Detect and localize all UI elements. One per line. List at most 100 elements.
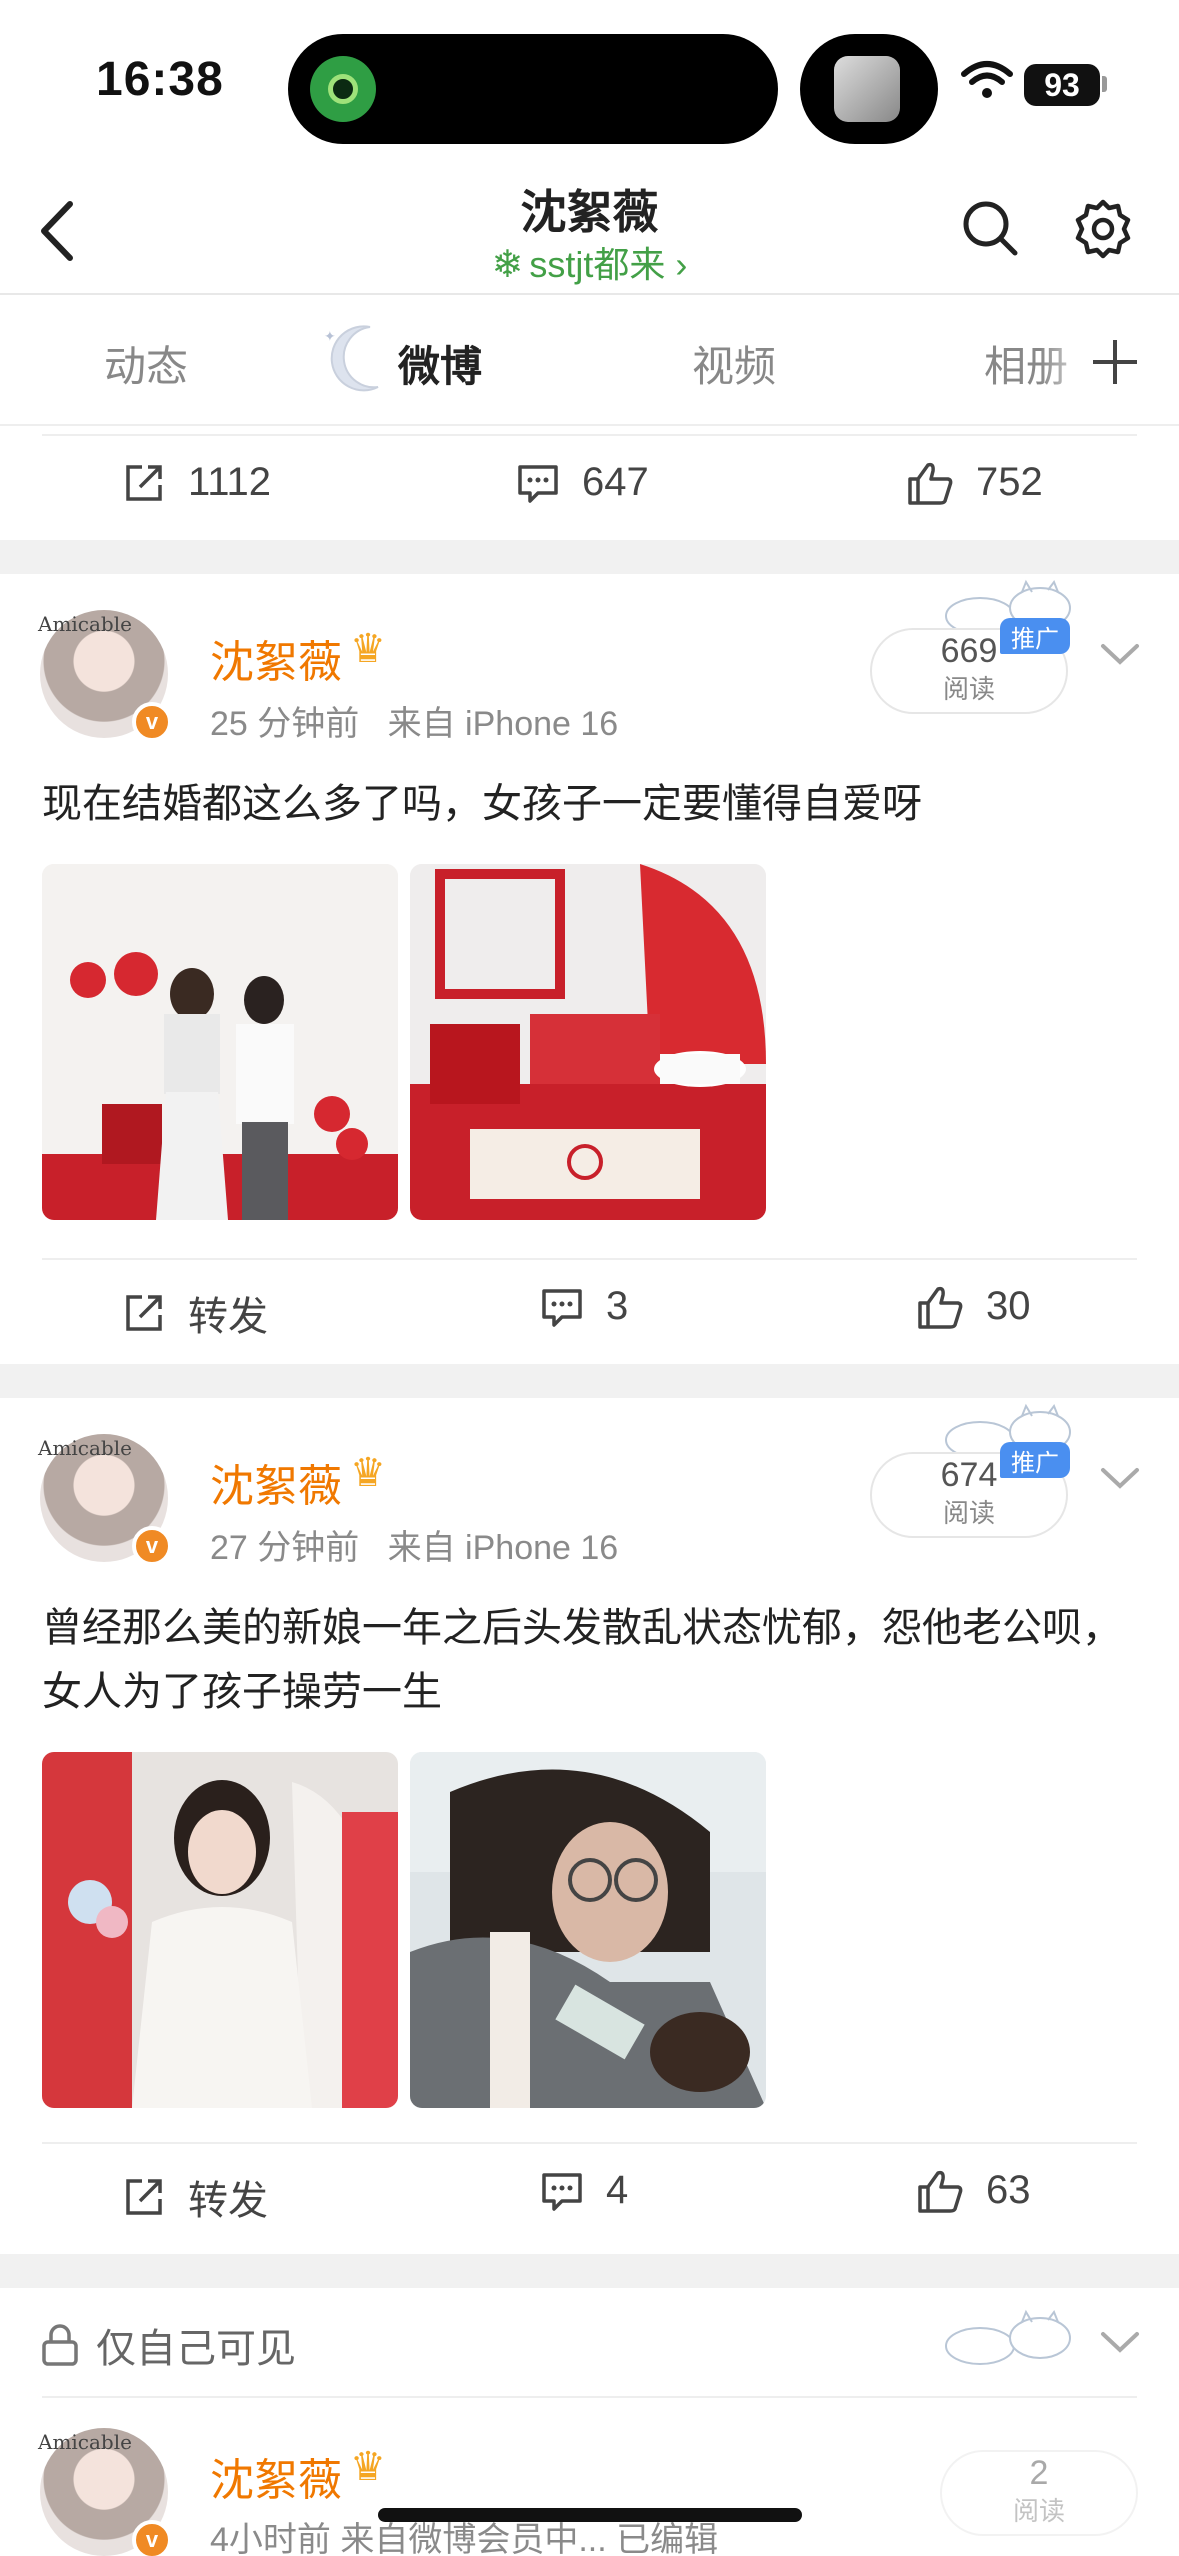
search-icon[interactable] — [958, 196, 1022, 260]
section-separator — [0, 1364, 1179, 1398]
profile-header: 沈絮薇 ❄ sstjt都来 › — [0, 170, 1179, 294]
post-image-1[interactable] — [42, 864, 398, 1220]
repost-button[interactable]: 1112 — [122, 460, 271, 505]
post-text: 曾经那么美的新娘一年之后头发散乱状态忧郁，怨他老公呗，女人为了孩子操劳一生 — [42, 1606, 1122, 1714]
read-count: 2 — [1029, 2454, 1049, 2492]
repost-label: 转发 — [188, 1295, 268, 1339]
mother-baby-photo-image — [410, 1752, 766, 2108]
author-name[interactable]: 沈絮薇 — [210, 626, 342, 690]
read-label: 阅读 — [942, 1498, 995, 1528]
post-time: 25 分钟前 — [210, 705, 360, 743]
status-bar: 16:38 93 — [0, 0, 1179, 170]
comment-icon — [542, 2172, 582, 2211]
comment-count: 647 — [582, 460, 649, 504]
private-visibility-row[interactable]: 仅自己可见 — [0, 2288, 1179, 2398]
comment-icon — [542, 1288, 582, 1327]
section-separator — [0, 540, 1179, 574]
read-label: 阅读 — [1012, 2496, 1065, 2526]
avatar-logo-text: Amicable — [38, 612, 132, 636]
repost-icon — [126, 464, 162, 501]
post-image-2[interactable] — [410, 1752, 766, 2108]
dynamic-island[interactable] — [288, 34, 778, 144]
private-label: 仅自己可见 — [96, 2327, 296, 2371]
chevron-down-icon[interactable] — [1095, 2324, 1145, 2360]
verified-badge-icon: v — [132, 2520, 172, 2556]
plus-icon[interactable] — [1090, 337, 1140, 387]
tab-weibo[interactable]: 微博 — [398, 333, 482, 394]
cat-decoration-icon — [945, 2309, 1071, 2365]
post-image-2[interactable] — [410, 864, 766, 1220]
moon-decoration-icon: ✦ — [324, 325, 379, 392]
tab-video[interactable]: 视频 — [692, 333, 776, 394]
live-activity-icon — [310, 56, 376, 122]
repost-icon — [126, 2179, 162, 2215]
media-thumbnail — [834, 56, 900, 122]
like-count: 30 — [986, 1284, 1031, 1328]
post-card[interactable]: Amicable v 沈絮薇 ♛ 25 分钟前 来自 iPhone 16 669… — [0, 574, 1179, 1362]
comment-button[interactable]: 647 — [516, 460, 649, 505]
profile-tabs: 动态 ✦ 微博 视频 相册 — [0, 295, 1179, 425]
post-time: 27 分钟前 — [210, 1529, 360, 1567]
action-divider — [42, 1258, 1137, 1260]
avatar[interactable]: Amicable v — [38, 610, 172, 742]
tab-dynamics[interactable]: 动态 — [104, 333, 188, 394]
status-time: 16:38 — [96, 53, 224, 106]
tabs-divider — [0, 424, 1179, 426]
avatar-logo-text: Amicable — [38, 2430, 132, 2454]
post-image-1[interactable] — [42, 1752, 398, 2108]
verified-badge-icon: v — [132, 1526, 172, 1566]
like-button[interactable]: 752 — [906, 460, 1043, 505]
post-meta: 27 分钟前 来自 iPhone 16 — [210, 1520, 618, 1569]
profile-subtitle-text: sstjt都来 › — [529, 244, 688, 285]
post-source: 来自 iPhone 16 — [387, 705, 619, 743]
section-separator — [0, 2254, 1179, 2288]
comment-count: 3 — [606, 1284, 629, 1328]
comment-button[interactable]: 4 — [540, 2168, 628, 2213]
svg-text:✦: ✦ — [324, 328, 336, 344]
comment-button[interactable]: 3 — [540, 1284, 628, 1329]
avatar-logo-text: Amicable — [38, 1436, 132, 1460]
snowflake-icon: ❄ — [491, 244, 524, 286]
post-source: 来自 iPhone 16 — [387, 1529, 619, 1567]
post-card[interactable]: Amicable v 沈絮薇 ♛ 4小时前 来自微博会员中... 已编辑 2 阅… — [0, 2398, 1179, 2556]
thumbs-up-icon — [918, 1286, 963, 1329]
thumbs-up-icon — [908, 462, 953, 505]
verified-badge-icon: v — [132, 702, 172, 742]
repost-label: 转发 — [188, 2179, 268, 2223]
action-divider — [42, 2142, 1137, 2144]
author-name[interactable]: 沈絮薇 — [210, 1450, 342, 1514]
home-indicator[interactable] — [378, 2508, 802, 2522]
read-label: 阅读 — [942, 674, 995, 704]
bride-photo-image — [42, 1752, 398, 2108]
repost-button[interactable]: 转发 — [122, 2168, 268, 2226]
crown-icon: ♛ — [350, 2445, 386, 2489]
repost-count: 1112 — [188, 460, 272, 504]
wifi-icon — [961, 61, 1013, 98]
post-card[interactable]: Amicable v 沈絮薇 ♛ 27 分钟前 来自 iPhone 16 674… — [0, 1398, 1179, 2258]
battery-tip — [1102, 76, 1107, 92]
gear-icon[interactable] — [1072, 198, 1134, 260]
lock-icon — [42, 2324, 78, 2366]
avatar[interactable]: Amicable v — [38, 1434, 172, 1566]
repost-icon — [126, 1295, 162, 1331]
dynamic-island-media[interactable] — [800, 34, 938, 144]
avatar[interactable]: Amicable v — [38, 2428, 172, 2556]
chevron-down-icon[interactable] — [1095, 1460, 1145, 1496]
crown-icon: ♛ — [350, 1451, 386, 1495]
like-count: 752 — [976, 460, 1043, 504]
like-count: 63 — [986, 2168, 1031, 2212]
author-name[interactable]: 沈絮薇 — [210, 2444, 342, 2508]
read-count-pill[interactable]: 2 阅读 — [940, 2450, 1138, 2536]
crown-icon: ♛ — [350, 627, 386, 671]
chevron-down-icon[interactable] — [1095, 636, 1145, 672]
like-button[interactable]: 63 — [916, 2168, 1031, 2213]
like-button[interactable]: 30 — [916, 1284, 1031, 1329]
post-text: 现在结婚都这么多了吗，女孩子一定要懂得自爱呀 — [42, 782, 922, 826]
post-meta: 25 分钟前 来自 iPhone 16 — [210, 696, 618, 745]
battery-indicator: 93 — [1024, 64, 1100, 106]
repost-button[interactable]: 转发 — [122, 1284, 268, 1342]
promote-tag[interactable]: 推广 — [1000, 618, 1070, 654]
engagement-table-image — [410, 864, 766, 1220]
comment-icon — [518, 464, 558, 503]
promote-tag[interactable]: 推广 — [1000, 1442, 1070, 1478]
